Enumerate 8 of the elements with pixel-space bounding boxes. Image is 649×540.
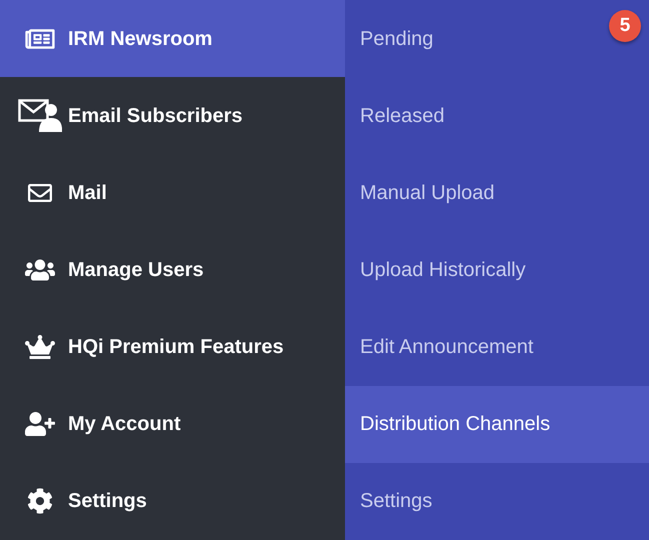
gear-icon: [27, 488, 53, 514]
crown-icon: [24, 335, 56, 360]
notification-badge: 5: [609, 10, 641, 42]
menu-item[interactable]: IRM Newsroom: [0, 0, 345, 78]
submenu-item[interactable]: Distribution Channels: [345, 386, 649, 463]
users-icon: [24, 258, 56, 282]
user-plus-icon: [24, 412, 56, 436]
envelope-user-icon: [18, 98, 62, 133]
